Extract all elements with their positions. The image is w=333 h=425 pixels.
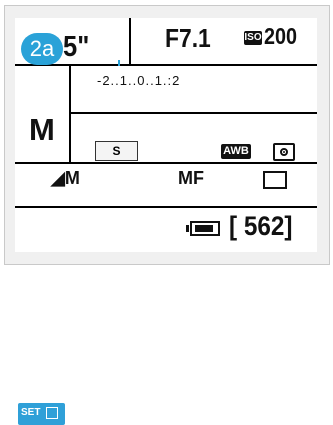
- picture-style-icon: S: [95, 141, 138, 161]
- quality-icon: ◢: [51, 168, 65, 188]
- picture-style-label: S: [112, 144, 121, 158]
- shooting-mode-cell[interactable]: M: [15, 66, 69, 162]
- quality-focus-drive-cell[interactable]: ◢M MF: [15, 164, 317, 206]
- iso-icon: ISO: [244, 31, 262, 45]
- set-button-label: SET: [21, 407, 41, 418]
- drive-mode-icon: [263, 171, 287, 189]
- shutter-speed-value: 5": [63, 31, 90, 63]
- shots-remaining: [ 562]: [229, 211, 293, 241]
- camera-settings-panel: 5" 2a F7.1 ISO 200 M -2..1..0..1.:2 S AW…: [4, 5, 330, 425]
- shooting-mode-value: M: [29, 112, 55, 147]
- status-bar: SET [ 562]: [15, 208, 317, 425]
- image-quality-label: M: [64, 168, 80, 188]
- iso-value: 200: [264, 23, 298, 49]
- white-balance-icon: AWB: [221, 144, 251, 159]
- aperture-value: F7.1: [165, 23, 211, 53]
- battery-icon: [186, 221, 220, 236]
- exposure-scale: -2..1..0..1.:2: [97, 73, 181, 88]
- metering-icon: [273, 143, 295, 161]
- aperture-iso-cell[interactable]: F7.1 ISO 200: [131, 18, 317, 64]
- step-badge: 2a: [21, 33, 63, 65]
- image-quality-value: ◢M: [51, 168, 80, 189]
- quick-control-screen: 5" 2a F7.1 ISO 200 M -2..1..0..1.:2 S AW…: [15, 18, 317, 425]
- set-button[interactable]: SET: [18, 403, 65, 425]
- set-sub-icon: [46, 407, 58, 419]
- focus-mode-value: MF: [178, 168, 204, 188]
- exposure-compensation-cell[interactable]: -2..1..0..1.:2: [71, 66, 317, 112]
- picture-settings-cell[interactable]: S AWB: [71, 114, 317, 162]
